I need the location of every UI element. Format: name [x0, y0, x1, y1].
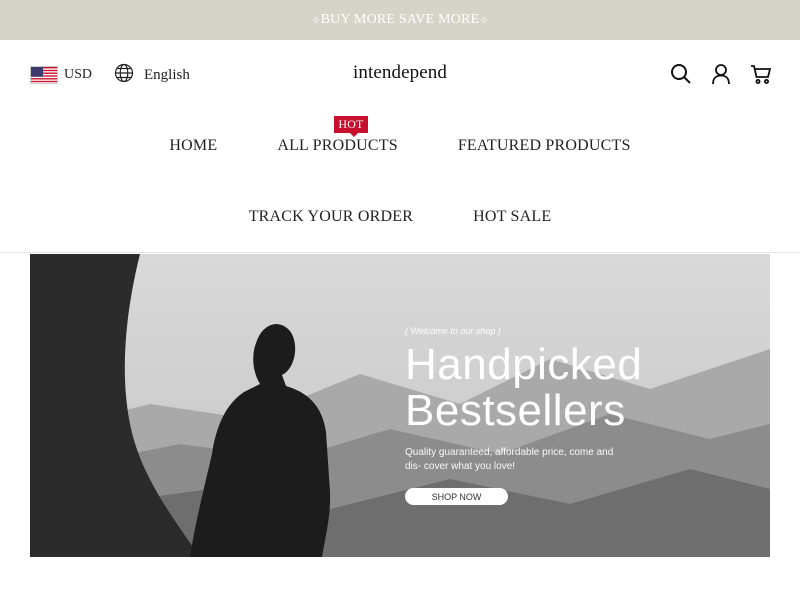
sparkle-icon: ✧	[311, 14, 321, 27]
hero-background-image	[30, 254, 770, 557]
hero-title-line-1: Handpicked	[405, 340, 643, 389]
announcement-text[interactable]: BUY MORE SAVE MORE	[321, 12, 480, 28]
hero-welcome: ( Welcome to our shop )	[405, 326, 501, 336]
nav-all-products[interactable]: HOT ALL PRODUCTS	[277, 116, 398, 155]
header-icons	[670, 63, 772, 85]
shop-now-button[interactable]: SHOP NOW	[405, 488, 508, 505]
nav-home[interactable]: HOME	[169, 137, 217, 155]
nav-all-products-label: ALL PRODUCTS	[277, 137, 398, 154]
nav-featured-products[interactable]: FEATURED PRODUCTS	[458, 137, 631, 155]
main-nav-row-1: HOME HOT ALL PRODUCTS FEATURED PRODUCTS	[0, 116, 800, 155]
hero-title-line-2: Bestsellers	[405, 386, 626, 435]
search-icon[interactable]	[670, 63, 692, 85]
main-nav-row-2: TRACK YOUR ORDER HOT SALE	[0, 208, 800, 226]
announcement-bar: ✧ BUY MORE SAVE MORE ✧	[0, 0, 800, 40]
hot-badge: HOT	[334, 116, 368, 137]
sparkle-icon: ✧	[479, 14, 489, 27]
nav-hot-sale[interactable]: HOT SALE	[473, 208, 551, 226]
site-header: USD English intendepend HOME HOT ALL PRO…	[0, 40, 800, 252]
header-divider	[0, 252, 800, 253]
hero-banner[interactable]: ( Welcome to our shop ) Handpicked Bests…	[30, 254, 770, 557]
hero-text-block: ( Welcome to our shop ) Handpicked Bests…	[405, 326, 642, 474]
hero-subtitle: Quality guaranteed, affordable price, co…	[405, 447, 614, 472]
account-icon[interactable]	[710, 63, 732, 85]
cart-icon[interactable]	[750, 63, 772, 85]
nav-track-order[interactable]: TRACK YOUR ORDER	[249, 208, 413, 226]
